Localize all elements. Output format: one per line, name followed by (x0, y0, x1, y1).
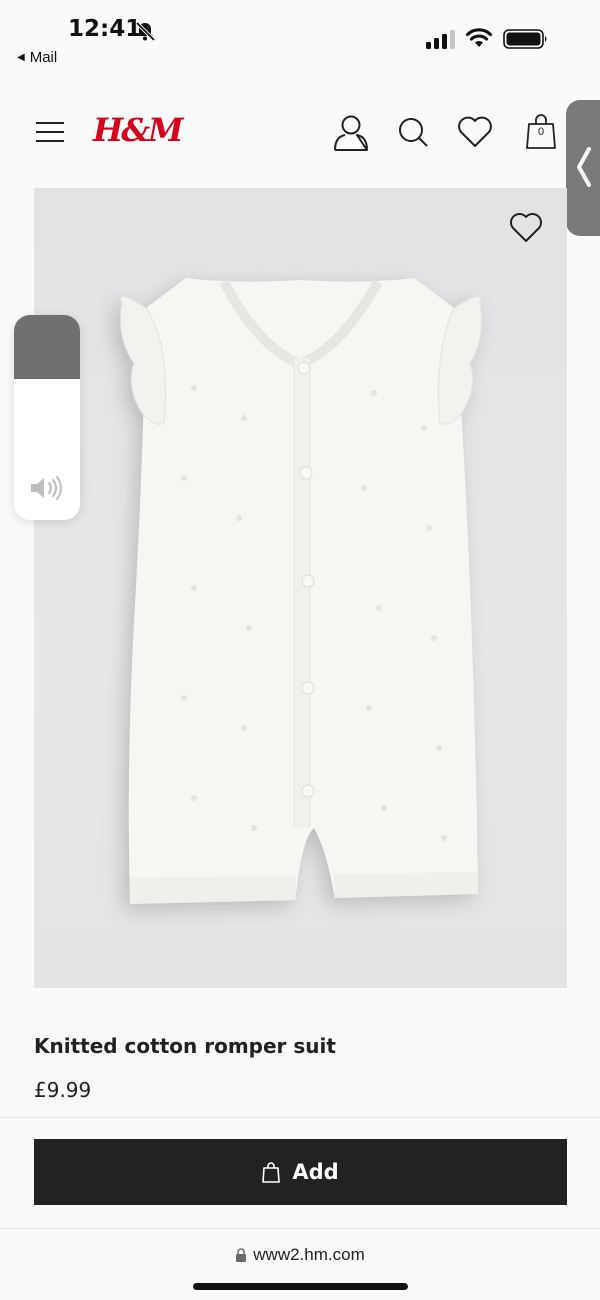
battery-icon (503, 29, 547, 49)
status-bar: 12:41 ◀ Mail (0, 0, 600, 78)
volume-level-track (14, 315, 80, 379)
bag-count-badge: 0 (537, 126, 545, 138)
status-time: 12:41 (68, 16, 142, 42)
speaker-icon (31, 476, 62, 500)
volume-hud[interactable] (14, 315, 80, 520)
back-to-app-link[interactable]: ◀ Mail (17, 49, 57, 66)
hm-logo[interactable]: H&M (93, 111, 184, 149)
url-text: www2.hm.com (253, 1245, 365, 1264)
account-icon[interactable] (332, 113, 370, 153)
product-price: £9.99 (34, 1078, 92, 1102)
add-button-label: Add (292, 1160, 339, 1184)
browser-url-bar[interactable]: www2.hm.com (0, 1228, 600, 1300)
menu-icon[interactable] (34, 120, 66, 144)
bell-slash-icon (135, 21, 156, 42)
romper-illustration (120, 278, 483, 904)
add-to-bag-bar: Add (0, 1117, 600, 1227)
chevron-left-icon (577, 147, 591, 187)
favorite-heart-icon[interactable] (509, 212, 543, 244)
search-icon[interactable] (397, 116, 429, 148)
back-app-label: Mail (29, 49, 58, 66)
lock-icon (236, 1248, 247, 1262)
product-title[interactable]: Knitted cotton romper suit (34, 1034, 336, 1058)
signal-icon (426, 30, 455, 49)
url-display[interactable]: www2.hm.com (0, 1245, 600, 1265)
home-indicator[interactable] (193, 1283, 408, 1290)
back-triangle-icon: ◀ (17, 52, 25, 63)
wifi-icon (465, 28, 493, 47)
shopping-bag-icon (262, 1162, 281, 1183)
favorites-icon[interactable] (456, 116, 494, 148)
add-button[interactable]: Add (34, 1139, 567, 1205)
site-header: H&M 0 (0, 95, 600, 175)
product-image[interactable] (34, 188, 567, 988)
